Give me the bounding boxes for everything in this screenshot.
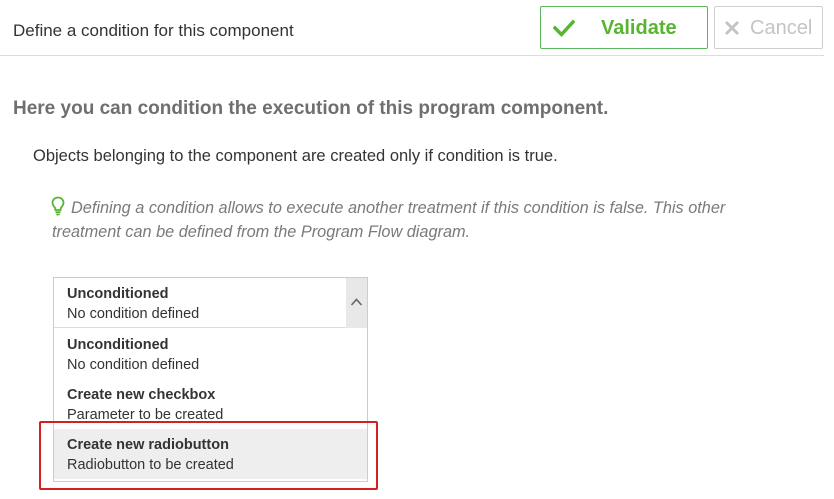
option-create-radiobutton[interactable]: Create new radiobutton Radiobutton to be…	[54, 429, 367, 479]
scroll-up-button[interactable]	[346, 278, 367, 328]
option-title: Create new radiobutton	[67, 437, 229, 453]
cancel-button[interactable]: Cancel	[714, 6, 823, 49]
selected-title: Unconditioned	[67, 286, 169, 302]
validate-button[interactable]: Validate	[540, 6, 708, 49]
option-subtitle: Radiobutton to be created	[67, 457, 234, 473]
selected-condition[interactable]: Unconditioned No condition defined	[54, 278, 367, 328]
cancel-label: Cancel	[750, 17, 813, 39]
intro-text: Objects belonging to the component are c…	[33, 147, 558, 165]
option-subtitle: No condition defined	[67, 357, 200, 373]
close-icon	[724, 20, 740, 36]
dialog-title: Define a condition for this component	[13, 21, 294, 40]
option-title: Create new checkbox	[67, 387, 216, 403]
hint-text: Defining a condition allows to execute a…	[52, 199, 726, 241]
validate-label: Validate	[601, 17, 677, 39]
dialog-header: Define a condition for this component Va…	[0, 0, 824, 56]
condition-select[interactable]: Unconditioned No condition defined Uncon…	[53, 277, 368, 482]
selected-subtitle: No condition defined	[67, 306, 200, 322]
option-unconditioned[interactable]: Unconditioned No condition defined	[54, 329, 367, 379]
check-icon	[553, 19, 575, 38]
option-subtitle: Parameter to be created	[67, 407, 224, 423]
chevron-up-icon	[350, 298, 363, 306]
option-title: Unconditioned	[67, 337, 169, 353]
section-heading: Here you can condition the execution of …	[13, 98, 609, 119]
option-create-checkbox[interactable]: Create new checkbox Parameter to be crea…	[54, 379, 367, 429]
